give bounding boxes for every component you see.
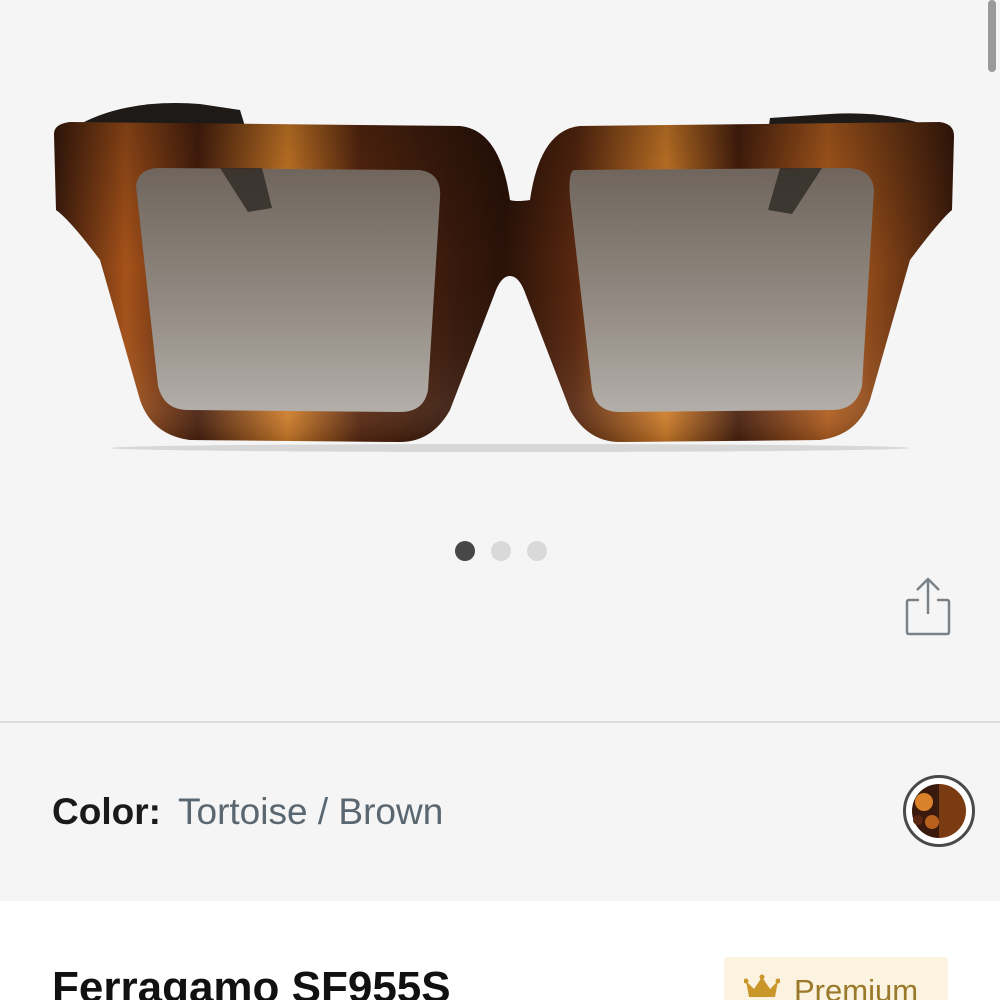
premium-badge: Premium — [724, 957, 948, 1000]
color-swatch[interactable] — [903, 775, 975, 847]
share-button[interactable] — [902, 574, 954, 638]
product-name: Ferragamo SF955S — [52, 963, 451, 1000]
color-selector: Color: Tortoise / Brown — [0, 723, 1000, 901]
carousel-dot-3[interactable] — [527, 541, 547, 561]
scroll-indicator[interactable] — [988, 0, 996, 72]
color-value: Tortoise / Brown — [178, 791, 444, 832]
carousel-dots — [455, 541, 547, 561]
carousel-dot-2[interactable] — [491, 541, 511, 561]
carousel-dot-1[interactable] — [455, 541, 475, 561]
share-icon — [905, 577, 951, 636]
product-gallery[interactable] — [0, 0, 1000, 722]
premium-label: Premium — [794, 973, 919, 1000]
color-label: Color: — [52, 791, 161, 832]
product-info: Ferragamo SF955S Premium — [0, 901, 1000, 1000]
product-image[interactable] — [40, 90, 970, 470]
crown-icon — [744, 974, 780, 997]
product-page: Color: Tortoise / Brown Ferragamo SF955S — [0, 0, 1000, 1000]
color-swatch-icon — [912, 784, 966, 838]
